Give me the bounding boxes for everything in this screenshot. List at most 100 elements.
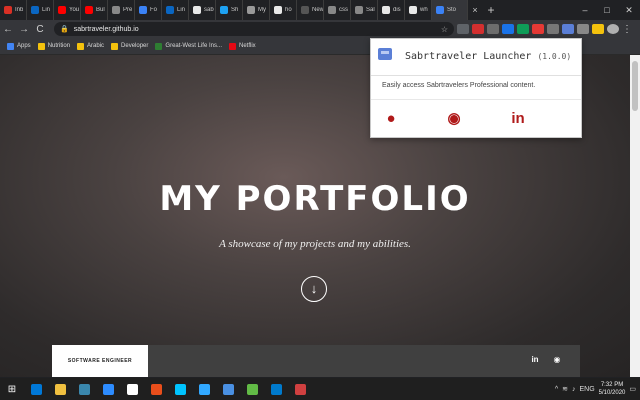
taskbar-app-icon[interactable] [288,378,312,400]
bookmark-item[interactable]: Apps [7,42,31,50]
extension-icon[interactable] [592,24,604,34]
browser-tab[interactable]: Sto [432,0,468,20]
bookmark-item[interactable]: Netflix [228,42,256,50]
extension-icon[interactable] [487,24,499,34]
app-icon [30,383,42,395]
linkedin-icon[interactable]: in [509,110,527,128]
profile-avatar[interactable] [607,24,619,34]
extension-icon[interactable] [517,24,529,34]
extension-icon[interactable] [532,24,544,34]
popup-links: ● ◉ in [371,99,581,138]
taskbar-app-icon[interactable] [240,378,264,400]
notifications-icon[interactable]: ▭ [629,385,636,393]
tab-label: dis [393,7,401,13]
browser-tab[interactable]: css [324,0,351,20]
tab-label: Pre [123,7,133,13]
bookmark-label: Apps [17,43,31,49]
taskbar-app-icon[interactable] [48,378,72,400]
language-indicator[interactable]: ENG [580,386,595,393]
github-icon[interactable]: ◉ [552,355,562,365]
minimize-button[interactable]: – [574,0,596,20]
taskbar-app-icon[interactable] [72,378,96,400]
browser-tab[interactable]: New To [297,0,324,20]
bookmark-label: Developer [121,43,149,49]
bookmark-item[interactable]: Great-West Life Ins... [155,42,222,50]
clock-date: 5/10/2020 [598,390,626,396]
system-clock[interactable]: 7:32 PM 5/10/2020 [599,381,626,397]
browser-tab[interactable]: dis [378,0,405,20]
tab-label: Bul [96,7,105,13]
back-button[interactable]: ← [0,24,16,35]
browser-tab[interactable]: Inb [0,0,27,20]
browser-tab[interactable]: Lin [27,0,54,20]
taskbar-app-icon[interactable] [24,378,48,400]
website-icon[interactable]: ● [382,110,400,128]
footer-role-label[interactable]: SOFTWARE ENGINEER [52,345,148,377]
browser-tab[interactable]: ho [270,0,297,20]
browser-tab[interactable]: sab [189,0,216,20]
browser-tab[interactable]: wh [405,0,432,20]
browser-tab[interactable]: Fo [135,0,162,20]
browser-tab[interactable]: Pre [108,0,135,20]
taskbar-app-icon[interactable] [144,378,168,400]
bookmark-folder-icon [228,42,236,50]
scroll-down-button[interactable]: ↓ [301,276,327,302]
tab-favicon-icon [328,6,336,14]
close-window-button[interactable]: ✕ [618,0,640,20]
tab-favicon-icon [112,6,120,14]
close-tab-icon[interactable]: × [468,5,482,15]
browser-tab[interactable]: You [54,0,81,20]
taskbar-app-icon[interactable] [216,378,240,400]
bookmark-label: Arabic [87,43,105,49]
start-button[interactable]: ⊞ [0,378,24,400]
github-icon[interactable]: ◉ [445,110,463,128]
tab-label: Lin [177,7,186,13]
tray-chevron-icon[interactable]: ^ [555,386,558,393]
bookmark-folder-icon [37,42,45,50]
reload-button[interactable]: C [32,24,48,35]
page-title: MY PORTFOLIO [159,179,471,219]
tab-favicon-icon [58,6,66,14]
taskbar-app-icon[interactable] [264,378,288,400]
browser-tab[interactable]: Sal [351,0,378,20]
bookmark-star-icon[interactable]: ☆ [441,25,448,34]
address-bar[interactable]: 🔒 sabrtraveler.github.io ☆ [54,22,454,36]
taskbar-app-icon[interactable] [168,378,192,400]
menu-icon[interactable]: ⋮ [619,24,635,35]
browser-tab[interactable]: Lin [162,0,189,20]
new-tab-button[interactable]: + [482,3,500,17]
bookmark-item[interactable]: Arabic [77,42,105,50]
app-icon [270,383,282,395]
extension-icon[interactable] [457,24,469,34]
extension-icon[interactable] [472,24,484,34]
forward-button[interactable]: → [16,24,32,35]
browser-tab[interactable]: Sh [216,0,243,20]
tab-favicon-icon [436,6,444,14]
taskbar-app-icon[interactable] [192,378,216,400]
app-icon [150,383,162,395]
maximize-button[interactable]: □ [596,0,618,20]
taskbar-app-icon[interactable] [120,378,144,400]
popup-version: (1.0.0) [537,52,572,61]
browser-tab[interactable]: My [243,0,270,20]
volume-icon[interactable]: ♪ [572,386,576,393]
wifi-icon[interactable]: ≋ [562,385,568,393]
taskbar-apps [24,378,312,400]
tab-favicon-icon [409,6,417,14]
taskbar-app-icon[interactable] [96,378,120,400]
bookmark-item[interactable]: Developer [111,42,149,50]
extension-icon[interactable] [547,24,559,34]
tab-favicon-icon [4,6,12,14]
scrollbar-thumb[interactable] [632,61,638,111]
browser-tab[interactable]: Bul [81,0,108,20]
sabrtraveler-extension-icon[interactable] [562,24,574,34]
bookmark-folder-icon [155,42,163,50]
popup-header: Sabrtraveler Launcher (1.0.0) [371,39,581,76]
bookmark-item[interactable]: Nutrition [37,42,70,50]
extension-icon[interactable] [502,24,514,34]
bookmark-folder-icon [111,42,119,50]
launcher-logo-icon [378,48,392,60]
page-scrollbar[interactable] [630,55,640,377]
linkedin-icon[interactable]: in [530,355,540,365]
extension-icon[interactable] [577,24,589,34]
